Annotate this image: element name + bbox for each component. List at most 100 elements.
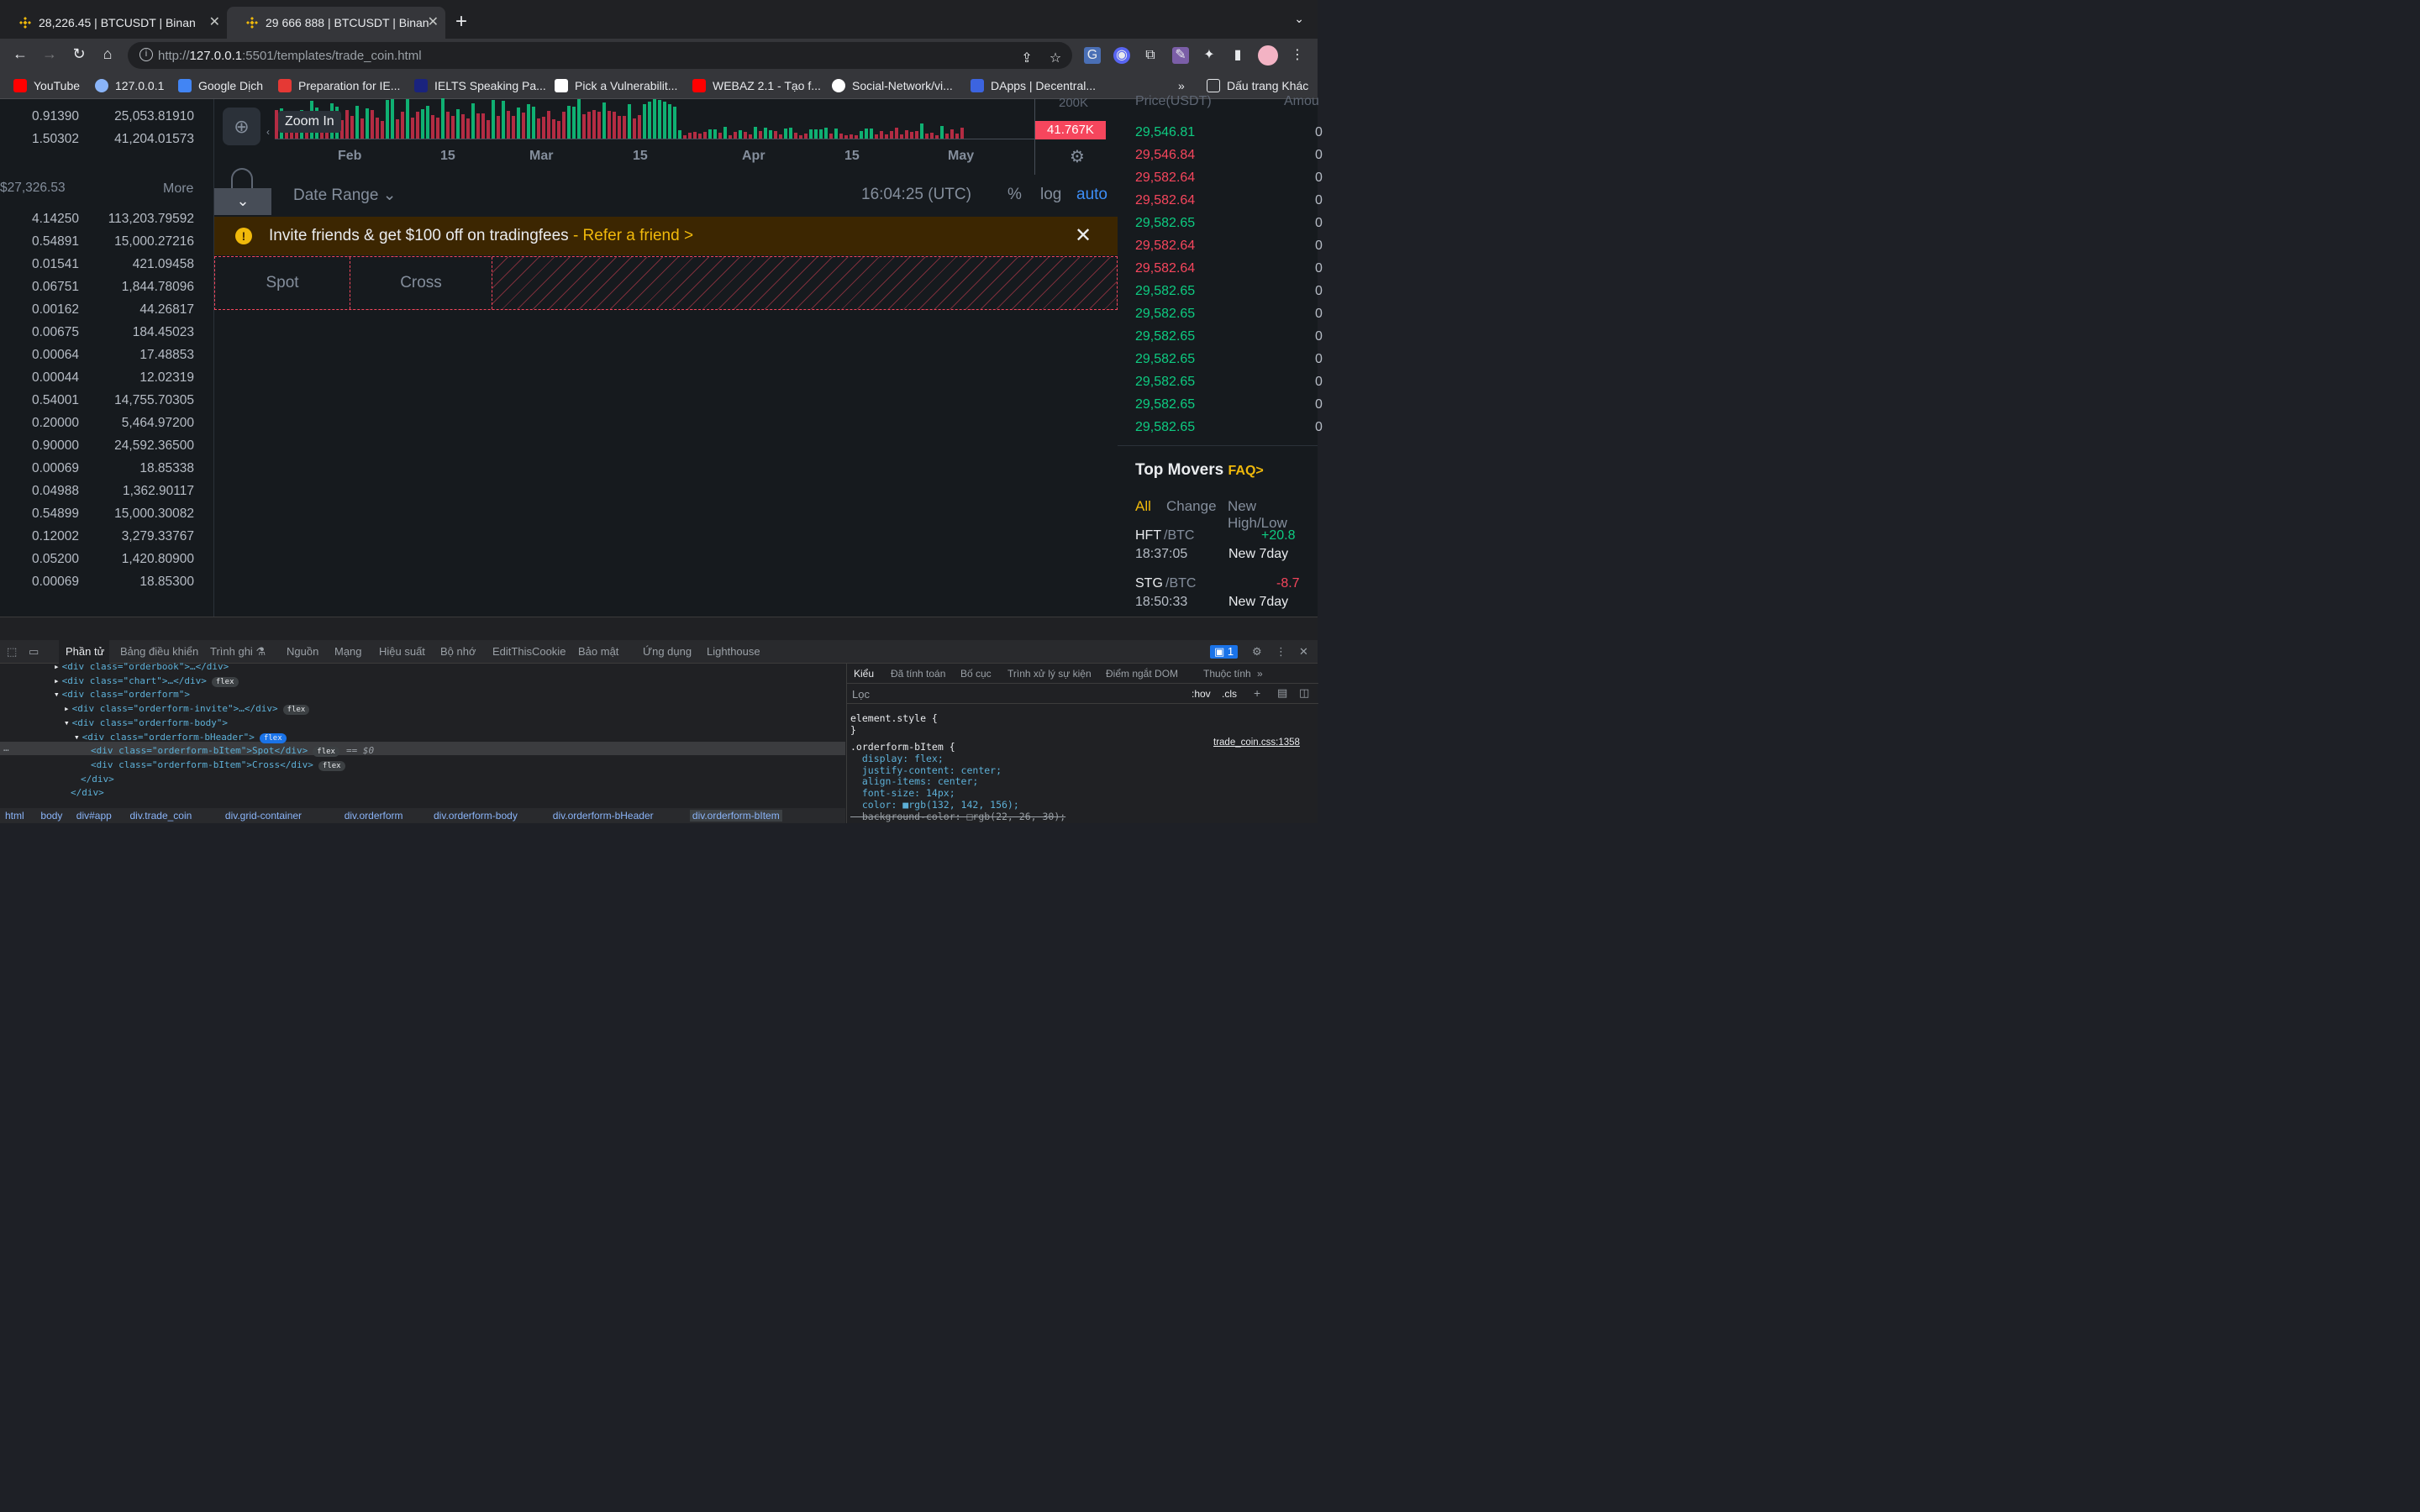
styles-tab[interactable]: Bố cục <box>960 668 992 680</box>
disclosure-triangle-icon[interactable]: ▸ <box>54 675 60 686</box>
extensions-puzzle-icon[interactable]: ✦ <box>1201 47 1218 64</box>
computed-styles-icon[interactable]: ▤ <box>1277 686 1287 700</box>
orderbook-row[interactable]: 29,582.64 0 <box>1135 239 1323 254</box>
orderbook-row[interactable]: 29,582.65 0 <box>1135 352 1323 367</box>
dom-node-line[interactable]: ▸ <div class="orderform-invite">…</div> fl… <box>64 702 310 716</box>
disclosure-triangle-icon[interactable]: ▸ <box>64 703 70 714</box>
styles-tab[interactable]: Trình xử lý sự kiện <box>1007 668 1092 680</box>
css-rule-line[interactable]: align-items: center; <box>850 775 978 787</box>
breadcrumb-item[interactable]: div#app <box>76 810 112 822</box>
close-icon[interactable]: ✕ <box>1075 223 1092 248</box>
orderbook-row[interactable]: 29,582.64 0 <box>1135 261 1323 276</box>
devtools-tab[interactable]: EditThisCookie <box>492 645 566 658</box>
tab-search-chevron-icon[interactable]: ⌄ <box>1294 12 1304 26</box>
css-rule-line[interactable]: display: flex; <box>850 753 944 764</box>
dom-node-line[interactable]: ▾ <div class="orderform"> <box>54 688 190 701</box>
hov-toggle[interactable]: :hov <box>1192 688 1211 700</box>
bookmark-star-icon[interactable]: ☆ <box>1047 50 1064 67</box>
orderbook-row[interactable]: 29,582.65 0 <box>1135 329 1323 344</box>
orderbook-row[interactable]: 29,582.64 0 <box>1135 171 1323 186</box>
css-rule-line[interactable]: color: ■rgb(132, 142, 156); <box>850 799 1019 811</box>
orderbook-row[interactable]: 29,546.84 0 <box>1135 148 1323 163</box>
mover-row[interactable]: HFT/BTC +20.8 18:37:05 New 7day <box>1135 528 1337 567</box>
url-text[interactable]: http://127.0.0.1:5501/templates/trade_co… <box>158 49 422 63</box>
forward-arrow-icon[interactable]: → <box>39 45 60 63</box>
tab-all[interactable]: All <box>1135 498 1151 515</box>
profile-avatar[interactable] <box>1258 45 1278 66</box>
orderbook-row[interactable]: 29,582.65 0 <box>1135 420 1323 435</box>
dom-node-line[interactable]: ▸ <div class="orderbook">…</div> <box>54 660 229 673</box>
bookmark-item[interactable]: Preparation for IE... <box>278 79 400 92</box>
devtools-tab[interactable]: Hiệu suất <box>379 645 425 658</box>
toggle-sidebar-icon[interactable]: ◫ <box>1299 686 1309 700</box>
devtools-tab[interactable]: Mạng <box>334 645 362 658</box>
dom-node-line[interactable]: ▾ <div class="orderform-bHeader"> flex <box>74 731 287 743</box>
issues-badge[interactable]: ▣ 1 <box>1210 645 1239 659</box>
bookmark-item[interactable]: DApps | Decentral... <box>971 79 1096 92</box>
menu-dots-icon[interactable]: ⋮ <box>1276 645 1286 659</box>
close-tab-icon[interactable]: ✕ <box>428 7 439 39</box>
menu-dots-icon[interactable]: ⋮ <box>1289 47 1306 64</box>
inspect-element-icon[interactable]: ⬚ <box>7 645 17 659</box>
address-bar[interactable]: i http://127.0.0.1:5501/templates/trade_… <box>128 42 1072 69</box>
bookmark-item[interactable]: YouTube <box>13 79 80 92</box>
filter-input[interactable]: Lọc <box>852 688 870 701</box>
other-bookmarks-folder[interactable]: Dấu trang Khác <box>1207 79 1308 92</box>
orderbook-row[interactable]: 29,582.65 0 <box>1135 307 1323 322</box>
add-rule-icon[interactable]: + <box>1254 686 1260 700</box>
orderbook-row[interactable]: 29,582.65 0 <box>1135 397 1323 412</box>
dom-node-line[interactable]: </div> <box>71 786 104 799</box>
devtools-tab[interactable]: Nguồn <box>287 645 318 658</box>
devtools-tab[interactable]: Bảo mật <box>578 645 618 658</box>
bookmark-item[interactable]: Google Dịch <box>178 79 263 92</box>
home-icon[interactable]: ⌂ <box>97 45 118 63</box>
breadcrumb-item[interactable]: html <box>5 810 24 822</box>
date-range-dropdown[interactable]: Date Range ⌄ <box>293 186 397 205</box>
share-icon[interactable]: ⇪ <box>1018 50 1035 67</box>
devtools-tab[interactable]: Trình ghi ⚗ <box>210 645 266 659</box>
devtools-tab[interactable]: Bộ nhớ <box>440 645 476 658</box>
bookmark-item[interactable]: Pick a Vulnerabilit... <box>555 79 677 92</box>
log-scale-button[interactable]: log <box>1040 186 1061 204</box>
flex-badge[interactable]: flex <box>259 732 287 743</box>
auto-scale-button[interactable]: auto <box>1076 186 1107 204</box>
css-rule-line[interactable]: font-size: 14px; <box>850 787 955 799</box>
orderbook-row[interactable]: 29,582.64 0 <box>1135 193 1323 208</box>
flex-badge[interactable]: flex <box>318 760 345 771</box>
bookmarks-overflow-button[interactable]: » <box>1178 79 1185 92</box>
zoom-in-icon[interactable]: ⊕ <box>223 108 260 145</box>
new-tab-button[interactable]: + <box>455 10 467 34</box>
tab-spot[interactable]: Spot <box>215 257 350 309</box>
faq-link[interactable]: FAQ> <box>1228 464 1264 478</box>
styles-tab[interactable]: Đã tính toán <box>891 668 945 680</box>
disclosure-triangle-icon[interactable]: ▾ <box>74 732 80 743</box>
css-rule-line[interactable]: justify-content: center; <box>850 764 1002 776</box>
google-translate-extension-icon[interactable]: G <box>1084 47 1101 64</box>
close-icon[interactable]: ✕ <box>1299 645 1308 659</box>
breadcrumb-item[interactable]: div.orderform-bHeader <box>553 810 654 822</box>
back-arrow-icon[interactable]: ← <box>10 45 30 63</box>
devtools-tab[interactable]: Ứng dụng <box>643 645 692 658</box>
percent-scale-button[interactable]: % <box>1007 186 1022 204</box>
gear-icon[interactable]: ⚙ <box>1070 146 1085 167</box>
gear-icon[interactable]: ⚙ <box>1252 645 1262 659</box>
tab-cross[interactable]: Cross <box>350 257 492 309</box>
breadcrumb-item[interactable]: div.grid-container <box>225 810 302 822</box>
dom-node-line[interactable]: ▾ <div class="orderform-body"> <box>64 717 228 729</box>
dom-node-line[interactable]: </div> <box>81 773 114 785</box>
side-panel-icon[interactable]: ▮ <box>1229 47 1246 64</box>
dom-node-line[interactable]: <div class="orderform-bItem">Cross</div>… <box>91 759 345 771</box>
breadcrumb-item[interactable]: body <box>40 810 62 822</box>
extension-icon[interactable]: ⧉ <box>1142 47 1159 64</box>
orderbook-row[interactable]: 29,582.65 0 <box>1135 216 1323 231</box>
mover-row[interactable]: STG/BTC -8.7 18:50:33 New 7day <box>1135 576 1337 615</box>
tab-new-high-low[interactable]: New High/Low <box>1228 498 1318 532</box>
orderbook-row[interactable]: 29,582.65 0 <box>1135 375 1323 390</box>
device-toolbar-icon[interactable]: ▭ <box>29 645 39 659</box>
breadcrumb-item[interactable]: div.trade_coin <box>130 810 192 822</box>
css-rule-line[interactable]: background-color: □rgb(22, 26, 30); <box>850 811 1065 822</box>
flex-badge[interactable]: flex <box>282 705 310 716</box>
disclosure-triangle-icon[interactable]: ▾ <box>54 689 60 700</box>
disclosure-triangle-icon[interactable]: ▾ <box>64 717 70 728</box>
more-link[interactable]: More <box>163 181 193 197</box>
